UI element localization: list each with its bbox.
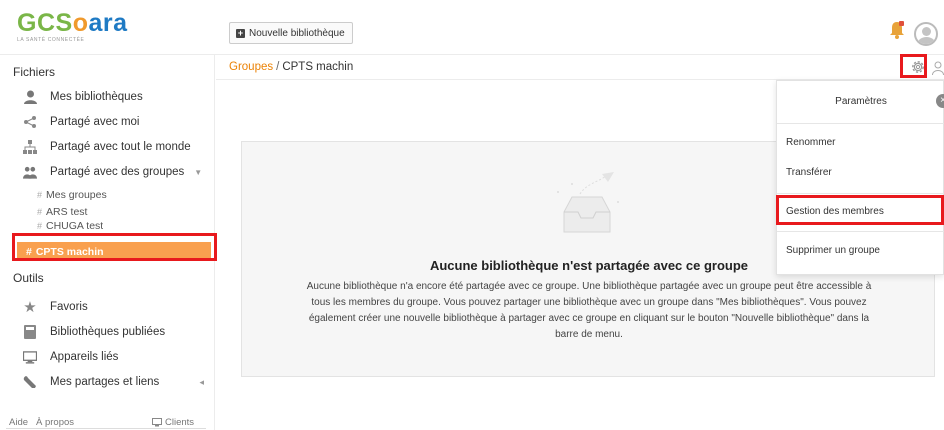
highlight-box: [776, 195, 944, 225]
sidebar-group-my-groups[interactable]: # Mes groupes: [37, 187, 107, 203]
hash-icon: #: [37, 207, 43, 217]
clients-link[interactable]: Clients: [152, 417, 194, 428]
sidebar-item-label: Partagé avec moi: [50, 116, 140, 128]
user-icon: [23, 90, 37, 104]
sidebar-item-favorites[interactable]: ★ Favoris: [0, 295, 214, 319]
sidebar-item-shared-with-groups[interactable]: Partagé avec des groupes ▼: [0, 160, 214, 184]
sidebar-item-label: Partagé avec des groupes: [50, 166, 185, 178]
sidebar-item-shared-with-me[interactable]: Partagé avec moi: [0, 110, 214, 134]
sidebar-item-label: Appareils liés: [50, 351, 119, 363]
breadcrumb-current: CPTS machin: [282, 61, 354, 73]
logo-tagline: LA SANTÉ CONNECTÉE: [17, 37, 85, 43]
sidebar-item-label: Favoris: [50, 301, 88, 313]
sidebar-item-my-libraries[interactable]: Mes bibliothèques: [0, 85, 214, 109]
hash-icon: #: [37, 190, 43, 200]
sidebar-item-label: Partagé avec tout le monde: [50, 141, 191, 153]
empty-state-description: Aucune bibliothèque n'a encore été parta…: [306, 281, 872, 340]
chevron-down-icon[interactable]: ▼: [194, 168, 202, 177]
dropdown-title: Paramètres: [835, 96, 887, 107]
sidebar-item-linked-devices[interactable]: Appareils liés: [0, 345, 214, 369]
star-icon: ★: [23, 299, 37, 316]
settings-dropdown: Paramètres × Renommer Transférer Gestion…: [776, 80, 944, 275]
org-chart-icon: [23, 140, 37, 154]
sidebar-footer: Aide À propos Clients: [0, 415, 214, 430]
sidebar-item-shared-with-all[interactable]: Partagé avec tout le monde: [0, 135, 214, 159]
app: GCSoara LA SANTÉ CONNECTÉE + Nouvelle bi…: [0, 0, 944, 430]
hash-icon: #: [37, 221, 43, 231]
new-library-label: Nouvelle bibliothèque: [249, 27, 345, 39]
sidebar-item-label: Bibliothèques publiées: [50, 326, 166, 338]
path-bar: Groupes / CPTS machin: [216, 55, 944, 80]
breadcrumb: Groupes / CPTS machin: [229, 61, 354, 73]
breadcrumb-groups-link[interactable]: Groupes: [229, 61, 273, 73]
menu-item-rename[interactable]: Renommer: [786, 137, 835, 148]
bell-icon[interactable]: [890, 21, 904, 39]
chevron-left-icon[interactable]: ◂: [199, 377, 204, 388]
menu-item-delete-group[interactable]: Supprimer un groupe: [786, 245, 880, 256]
top-bar: GCSoara LA SANTÉ CONNECTÉE + Nouvelle bi…: [0, 0, 944, 55]
help-link[interactable]: Aide: [9, 417, 28, 428]
book-icon: [23, 325, 37, 339]
tools-section-title: Outils: [13, 271, 44, 285]
user-icon[interactable]: [932, 61, 944, 75]
sidebar-item-label: Mes partages et liens: [50, 376, 160, 388]
files-section-title: Fichiers: [13, 65, 56, 79]
sidebar-item-shares-and-links[interactable]: Mes partages et liens ◂: [0, 370, 214, 394]
sidebar-item-published-libraries[interactable]: Bibliothèques publiées: [0, 320, 214, 344]
avatar[interactable]: [914, 22, 938, 46]
about-link[interactable]: À propos: [36, 417, 74, 428]
sidebar-group-chuga-test[interactable]: # CHUGA test: [37, 220, 103, 232]
sidebar-item-label: Mes bibliothèques: [50, 91, 143, 103]
wrench-icon: [23, 375, 37, 389]
menu-item-transfer[interactable]: Transférer: [786, 167, 832, 178]
share-icon: [23, 115, 37, 129]
highlight-box: [12, 233, 217, 261]
new-library-button[interactable]: + Nouvelle bibliothèque: [229, 22, 353, 44]
logo-wordmark: GCSoara: [17, 9, 128, 37]
sidebar-group-ars-test[interactable]: # ARS test: [37, 204, 87, 220]
empty-inbox-illustration: [557, 172, 619, 233]
sidebar: Fichiers Mes bibliothèques Partagé avec …: [0, 55, 217, 430]
monitor-icon: [23, 350, 37, 364]
highlight-box: [900, 54, 927, 78]
close-icon[interactable]: ×: [936, 94, 944, 108]
logo[interactable]: GCSoara LA SANTÉ CONNECTÉE: [17, 10, 128, 48]
group-icon: [23, 165, 37, 179]
plus-icon: +: [236, 27, 245, 38]
monitor-icon: [152, 418, 162, 427]
